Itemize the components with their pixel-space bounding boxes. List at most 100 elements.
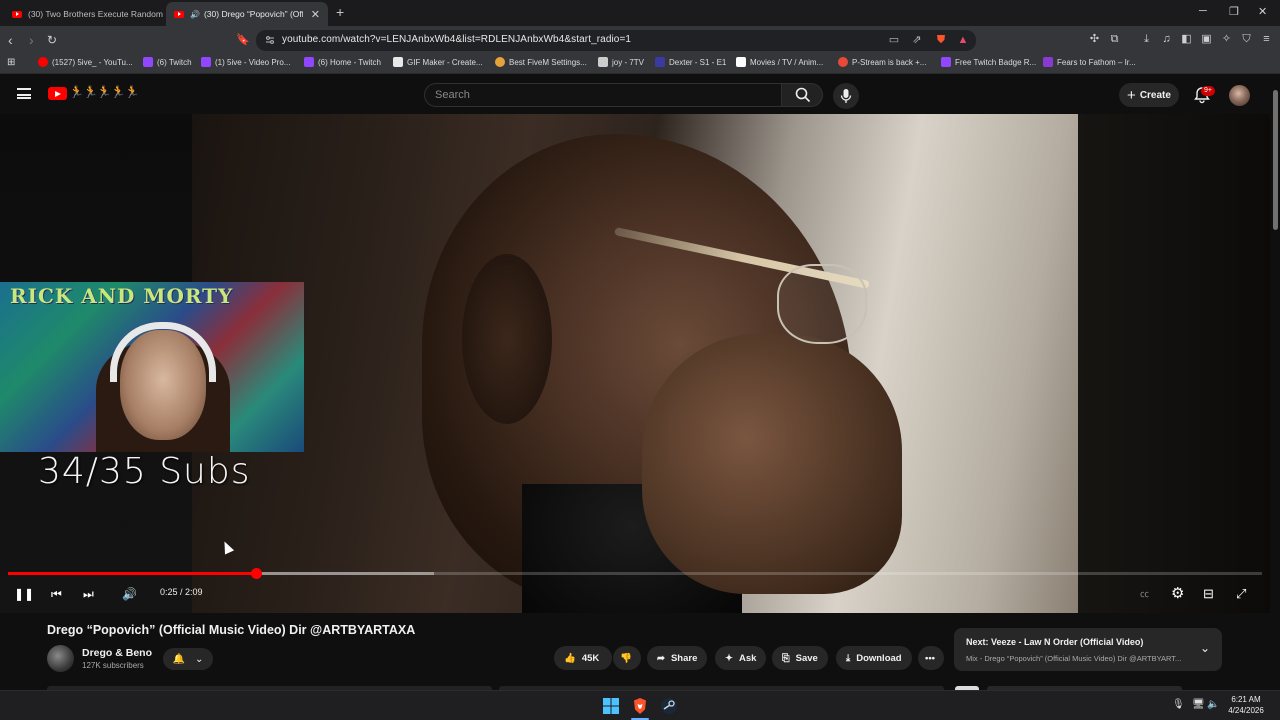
- close-window-icon[interactable]: ✕: [1258, 5, 1267, 18]
- wallet-icon[interactable]: ▣: [1200, 33, 1213, 46]
- volume-tray-icon[interactable]: 🔈: [1207, 699, 1219, 710]
- page-scrollbar[interactable]: [1270, 88, 1280, 720]
- voice-search-button[interactable]: [833, 83, 859, 109]
- bookmark-item[interactable]: (1527) 5ive_ - YouTu...: [38, 57, 133, 67]
- bookmark-item[interactable]: Fears to Fathom – Ir...: [1043, 57, 1136, 67]
- up-next-card[interactable]: Next: Veeze - Law N Order (Official Vide…: [954, 628, 1222, 671]
- sidebar-icon[interactable]: ◧: [1180, 33, 1193, 46]
- bookmark-favicon-icon: [1043, 57, 1053, 67]
- brave-shields-icon[interactable]: ⛊: [935, 34, 947, 46]
- channel-avatar[interactable]: [47, 645, 74, 672]
- bookmark-favicon-icon: [304, 57, 314, 67]
- bookmark-favicon-icon: [838, 57, 848, 67]
- bookmark-item[interactable]: Best FiveM Settings...: [495, 57, 587, 67]
- progress-bar[interactable]: [8, 568, 1262, 579]
- previous-icon[interactable]: ⏮: [51, 583, 62, 605]
- speaker-icon: 🔊: [190, 9, 200, 19]
- bookmark-item[interactable]: Free Twitch Badge R...: [941, 57, 1036, 67]
- bookmark-item[interactable]: Movies / TV / Anim...: [736, 57, 823, 67]
- vpn-icon[interactable]: ⛉: [1240, 33, 1253, 46]
- thumbs-down-icon: 👎: [620, 652, 632, 664]
- hamburger-menu-icon[interactable]: [17, 88, 31, 99]
- channel-name[interactable]: Drego & Beno: [82, 647, 152, 659]
- create-button[interactable]: + Create: [1119, 83, 1179, 107]
- webcam-banner-text: RICK AND MORTY: [10, 284, 234, 308]
- new-tab-icon[interactable]: +: [336, 4, 344, 20]
- pause-icon[interactable]: ❚❚: [14, 583, 34, 605]
- back-icon[interactable]: ‹: [8, 31, 13, 49]
- forward-icon[interactable]: ›: [29, 31, 34, 49]
- bookmark-favicon-icon: [495, 57, 505, 67]
- captions-icon[interactable]: ㏄: [1140, 583, 1149, 605]
- bookmark-item[interactable]: GIF Maker - Create...: [393, 57, 483, 67]
- downloads-icon[interactable]: ⤓: [1140, 33, 1153, 46]
- fullscreen-icon[interactable]: ⤢: [1236, 583, 1246, 605]
- like-button[interactable]: 👍 45K: [554, 646, 612, 670]
- subscribed-notify-button[interactable]: 🔔 ⌄: [163, 648, 213, 670]
- apps-grid-icon[interactable]: ⊞: [7, 57, 15, 68]
- video-title: Drego “Popovich” (Official Music Video) …: [47, 623, 416, 637]
- more-actions-button[interactable]: •••: [918, 646, 944, 670]
- tab-active[interactable]: 🔊 (30) Drego “Popovich” (Offici ✕: [166, 2, 328, 26]
- restore-icon[interactable]: ❐: [1229, 5, 1239, 18]
- brave-rewards-icon[interactable]: ▲: [957, 34, 969, 46]
- chevron-down-icon: ⌄: [195, 653, 204, 665]
- windows-start-icon[interactable]: [602, 697, 620, 715]
- plus-icon: +: [1127, 86, 1136, 104]
- search-input[interactable]: Search: [424, 83, 782, 107]
- clock-date: 4/24/2026: [1228, 706, 1264, 715]
- miniplayer-icon[interactable]: ⊟: [1203, 583, 1214, 605]
- settings-gear-icon[interactable]: ⚙: [1171, 583, 1184, 605]
- youtube-favicon-icon: [174, 10, 184, 18]
- save-button[interactable]: ⎘ Save: [772, 646, 828, 670]
- brave-browser-icon[interactable]: [631, 697, 649, 715]
- thumbs-up-icon: 👍: [564, 652, 576, 664]
- bookmark-item[interactable]: joy - 7TV: [598, 57, 644, 67]
- logo-doodle-icon[interactable]: 🏃🏃🏃🏃🏃: [69, 85, 140, 99]
- display-tray-icon[interactable]: 🖥: [1192, 699, 1205, 710]
- video-player[interactable]: RICK AND MORTY 34/35 Subs ❚❚ ⏮ ⏭ 🔊 0:25 …: [0, 114, 1270, 613]
- youtube-logo-icon[interactable]: [48, 87, 67, 100]
- sparkle-icon: ✦: [725, 652, 733, 664]
- microphone-tray-icon[interactable]: 🎙: [1172, 699, 1185, 710]
- clock-time: 6:21 AM: [1231, 695, 1261, 704]
- share-button[interactable]: ➦ Share: [647, 646, 708, 670]
- account-avatar[interactable]: [1229, 85, 1250, 106]
- next-icon[interactable]: ⏭: [83, 583, 94, 605]
- cast-icon[interactable]: ▭: [888, 34, 900, 46]
- site-settings-icon[interactable]: [265, 35, 275, 45]
- reload-icon[interactable]: ↻: [47, 31, 57, 49]
- share-page-icon[interactable]: ⇗: [911, 34, 923, 46]
- video-info: Drego “Popovich” (Official Music Video) …: [0, 613, 1270, 690]
- save-bookmark-icon: ⎘: [782, 652, 790, 664]
- bookmark-icon[interactable]: 🔖: [236, 31, 250, 49]
- bookmark-item[interactable]: P-Stream is back +...: [838, 57, 926, 67]
- close-tab-icon[interactable]: ✕: [303, 8, 320, 21]
- ask-button[interactable]: ✦ Ask: [715, 646, 767, 670]
- download-button[interactable]: ⤓ Download: [836, 646, 912, 670]
- minimize-icon[interactable]: ─: [1199, 5, 1207, 17]
- dislike-button[interactable]: 👎: [613, 646, 641, 670]
- scrollbar-thumb[interactable]: [1273, 90, 1278, 230]
- address-bar[interactable]: youtube.com/watch?v=LENJAnbxWb4&list=RDL…: [256, 30, 976, 51]
- bookmark-item[interactable]: (6) Home - Twitch: [304, 57, 381, 67]
- bookmark-item[interactable]: (6) Twitch: [143, 57, 192, 67]
- system-clock[interactable]: 6:21 AM 4/24/2026: [1222, 694, 1270, 716]
- tab-inactive[interactable]: (30) Two Brothers Execute Random G: [4, 2, 164, 26]
- bookmark-item[interactable]: Dexter - S1 - E1: [655, 57, 726, 67]
- download-icon: ⤓: [846, 652, 851, 664]
- chevron-down-icon[interactable]: ⌄: [1200, 641, 1210, 655]
- video-frame: [192, 114, 1078, 613]
- search-button[interactable]: [781, 83, 823, 107]
- media-icon[interactable]: ♫: [1160, 33, 1173, 46]
- menu-icon[interactable]: ≡: [1260, 33, 1273, 46]
- steam-icon[interactable]: [660, 697, 678, 715]
- more-dots-icon: •••: [925, 652, 935, 664]
- leo-ai-icon[interactable]: ✧: [1220, 33, 1233, 46]
- screenshot-icon[interactable]: ⧉: [1108, 33, 1121, 46]
- notification-count-badge: 9+: [1201, 86, 1215, 96]
- extensions-icon[interactable]: ✣: [1088, 33, 1101, 46]
- subscriber-count: 127K subscribers: [82, 661, 144, 670]
- volume-icon[interactable]: 🔊: [122, 583, 137, 605]
- bookmark-item[interactable]: (1) 5ive - Video Pro...: [201, 57, 290, 67]
